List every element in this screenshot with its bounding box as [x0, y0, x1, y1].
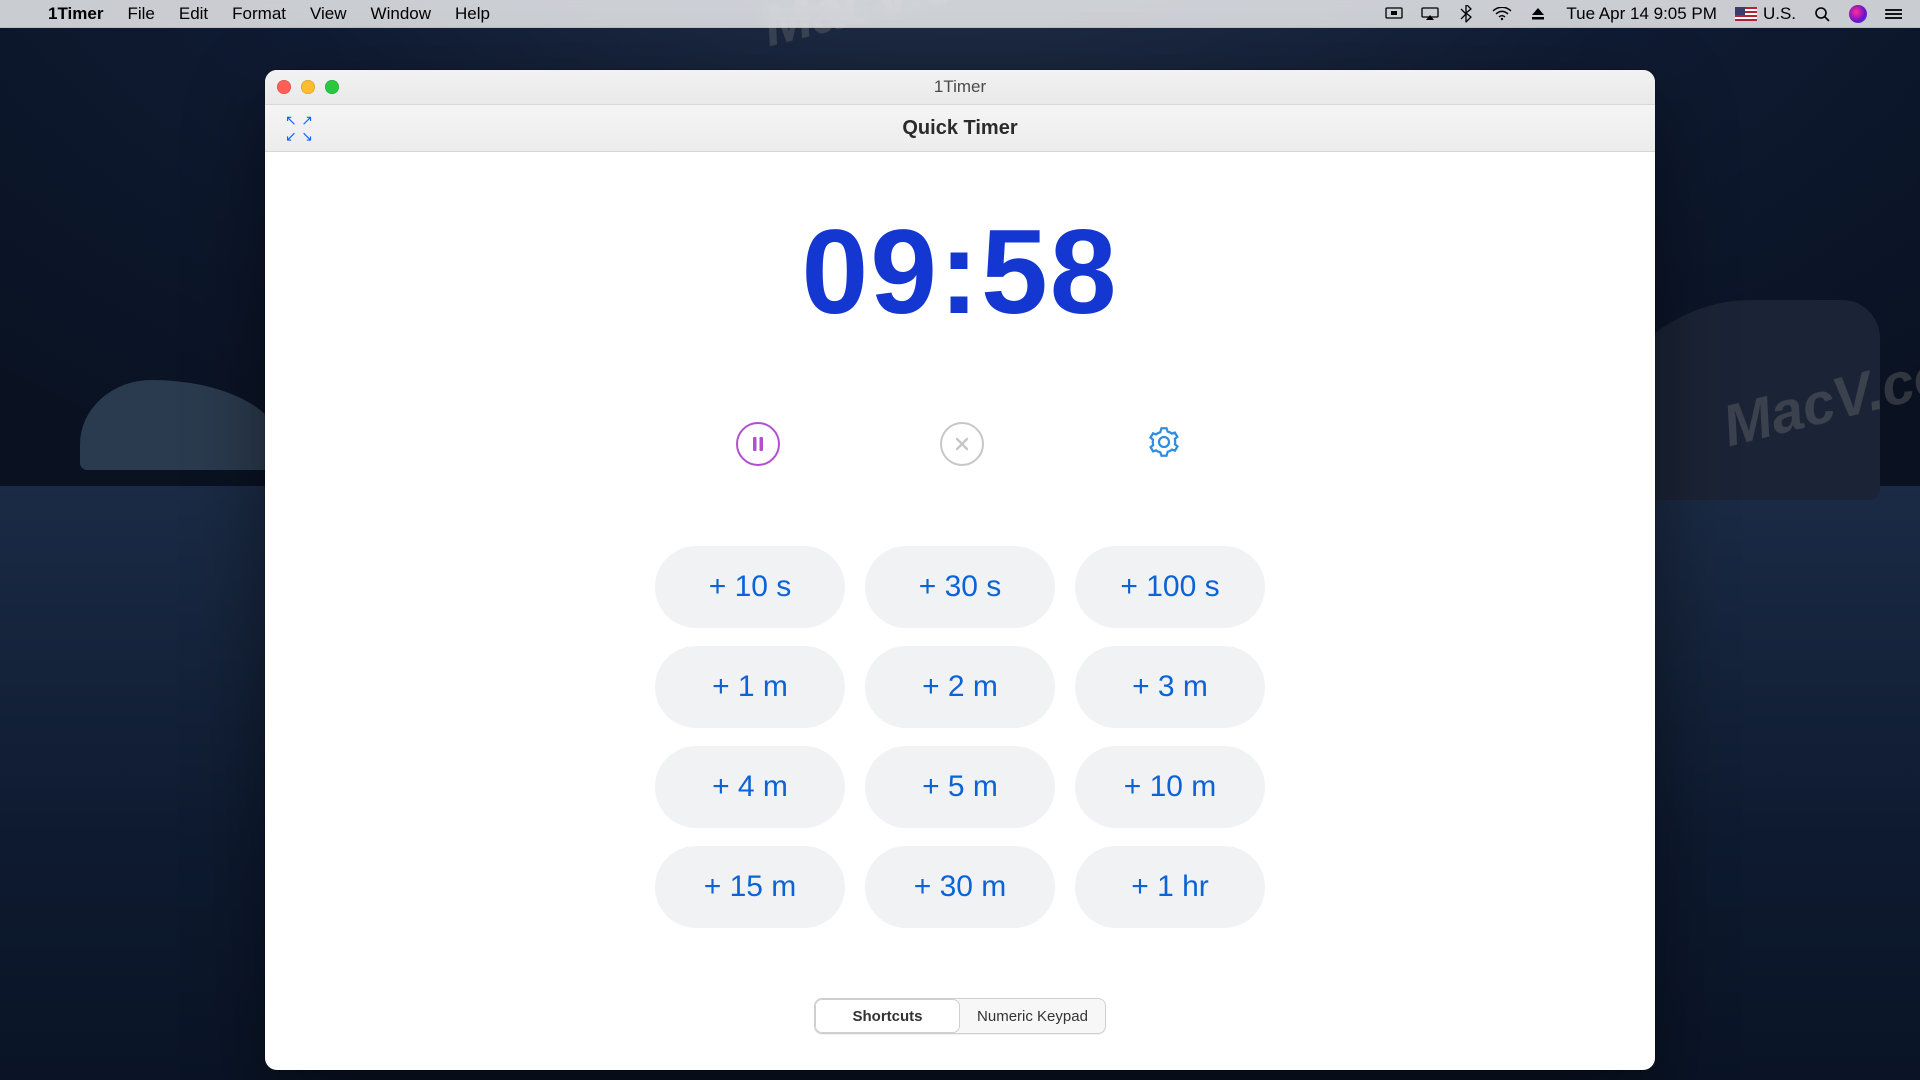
menubar-item-window[interactable]: Window	[359, 0, 443, 28]
window-zoom-button[interactable]	[325, 80, 339, 94]
gear-icon	[1149, 427, 1179, 457]
quick-add-grid: + 10 s + 30 s + 100 s + 1 m + 2 m + 3 m …	[265, 546, 1655, 928]
menubar-item-file[interactable]: File	[115, 0, 166, 28]
pause-button[interactable]	[736, 422, 780, 466]
notification-center-icon[interactable]	[1884, 4, 1904, 24]
airplay-icon[interactable]	[1420, 4, 1440, 24]
quick-add-4m[interactable]: + 4 m	[655, 746, 845, 828]
menubar-item-help[interactable]: Help	[443, 0, 502, 28]
settings-button[interactable]	[1144, 422, 1184, 462]
arrow-downright-icon: ↘	[301, 131, 313, 141]
view-title: Quick Timer	[902, 117, 1017, 140]
quick-add-30m[interactable]: + 30 m	[865, 846, 1055, 928]
window-toolbar: ↖ ↗ ↙ ↘ Quick Timer	[265, 105, 1655, 152]
quick-add-1m[interactable]: + 1 m	[655, 646, 845, 728]
bluetooth-icon[interactable]	[1456, 4, 1476, 24]
quick-add-5m[interactable]: + 5 m	[865, 746, 1055, 828]
apple-menu[interactable]	[12, 0, 36, 28]
quick-add-1hr[interactable]: + 1 hr	[1075, 846, 1265, 928]
input-source-flag[interactable]: U.S.	[1735, 4, 1796, 24]
window-minimize-button[interactable]	[301, 80, 315, 94]
quick-add-2m[interactable]: + 2 m	[865, 646, 1055, 728]
arrow-downleft-icon: ↙	[285, 131, 297, 141]
menubar-item-format[interactable]: Format	[220, 0, 298, 28]
macos-menubar: 1Timer File Edit Format View Window Help…	[0, 0, 1920, 28]
menubar-app-name[interactable]: 1Timer	[36, 0, 115, 28]
enter-fullscreen-button[interactable]: ↖ ↗ ↙ ↘	[285, 115, 313, 141]
tab-shortcuts[interactable]: Shortcuts	[815, 999, 960, 1033]
window-close-button[interactable]	[277, 80, 291, 94]
quick-add-30s[interactable]: + 30 s	[865, 546, 1055, 628]
pause-icon	[751, 436, 765, 452]
timer-display: 09:58	[265, 212, 1655, 332]
timer-body: 09:58 + 10 s + 30 s + 100 s +	[265, 152, 1655, 1034]
menubar-clock[interactable]: Tue Apr 14 9:05 PM	[1564, 4, 1719, 24]
window-traffic-lights	[277, 80, 339, 94]
spotlight-icon[interactable]	[1812, 4, 1832, 24]
input-source-label: U.S.	[1763, 4, 1796, 24]
cancel-button[interactable]	[940, 422, 984, 466]
quick-add-10s[interactable]: + 10 s	[655, 546, 845, 628]
wifi-icon[interactable]	[1492, 4, 1512, 24]
siri-icon[interactable]	[1848, 4, 1868, 24]
tab-numeric-keypad[interactable]: Numeric Keypad	[960, 999, 1105, 1033]
arrow-upright-icon: ↗	[301, 115, 313, 125]
menubar-item-view[interactable]: View	[298, 0, 359, 28]
window-title: 1Timer	[934, 77, 986, 97]
timer-controls	[265, 422, 1655, 466]
us-flag-icon	[1735, 7, 1757, 21]
menubar-item-edit[interactable]: Edit	[167, 0, 220, 28]
quick-add-100s[interactable]: + 100 s	[1075, 546, 1265, 628]
display-mirroring-icon[interactable]	[1384, 4, 1404, 24]
island-left	[80, 380, 280, 470]
window-titlebar[interactable]: 1Timer	[265, 70, 1655, 105]
quick-add-10m[interactable]: + 10 m	[1075, 746, 1265, 828]
eject-icon[interactable]	[1528, 4, 1548, 24]
close-icon	[955, 437, 969, 451]
app-window: 1Timer ↖ ↗ ↙ ↘ Quick Timer 09:58	[265, 70, 1655, 1070]
arrow-upleft-icon: ↖	[285, 115, 297, 125]
quick-add-3m[interactable]: + 3 m	[1075, 646, 1265, 728]
mode-segmented-control: Shortcuts Numeric Keypad	[814, 998, 1106, 1034]
quick-add-15m[interactable]: + 15 m	[655, 846, 845, 928]
